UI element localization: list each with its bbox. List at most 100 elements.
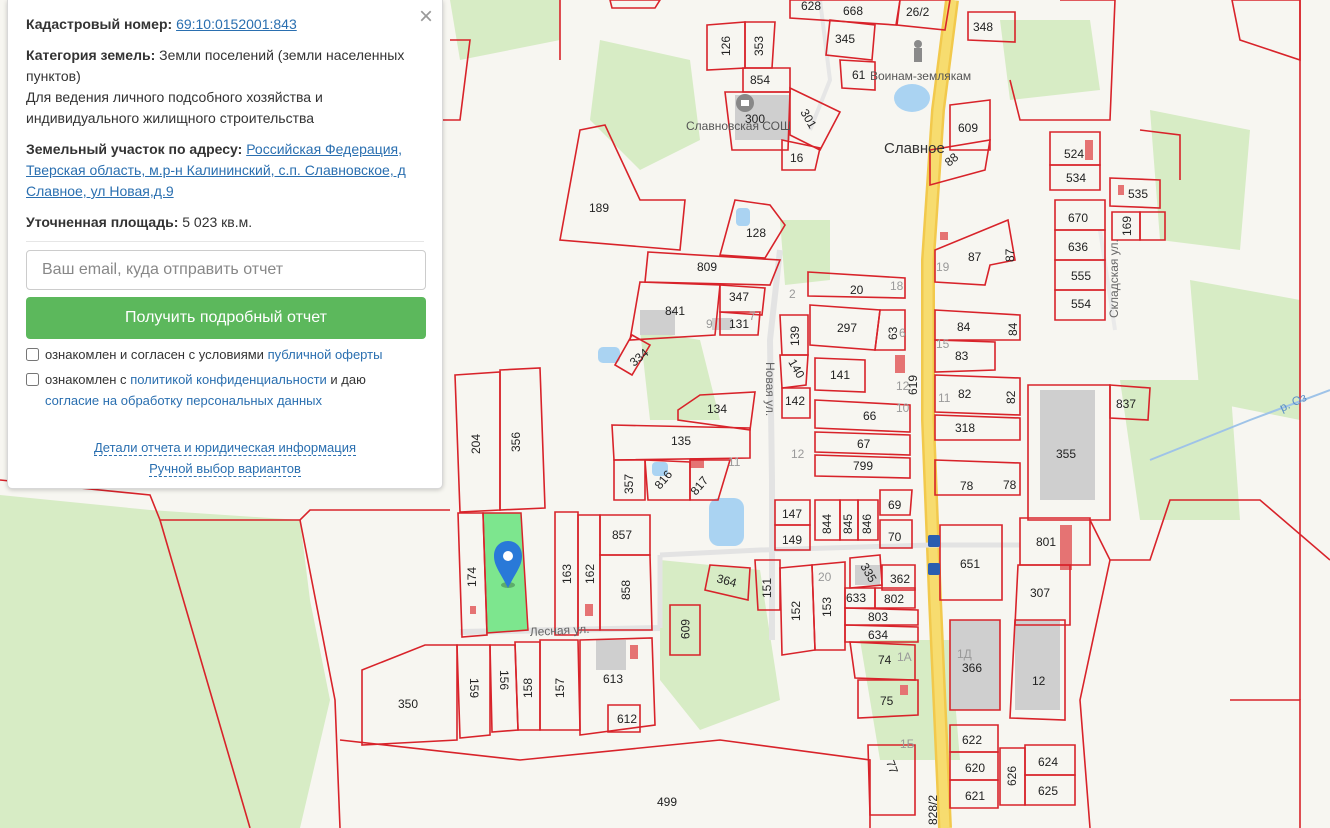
parcel-label: 809: [697, 260, 717, 274]
house-number: 15: [936, 337, 950, 351]
parcel-label: 803: [868, 610, 888, 624]
parcel-label: 670: [1068, 211, 1088, 225]
consent-privacy-text: ознакомлен с: [45, 372, 127, 387]
parcel-label: 61: [852, 68, 866, 82]
parcel-label: 524: [1064, 147, 1084, 161]
report-details-link[interactable]: Детали отчета и юридическая информация: [93, 440, 357, 456]
parcel-label: 156: [497, 670, 511, 690]
consent-offer: ознакомлен и согласен с условиями публич…: [26, 344, 424, 365]
parcel-label: 535: [1128, 187, 1148, 201]
parcel-label: 801: [1036, 535, 1056, 549]
address-label: Земельный участок по адресу:: [26, 141, 243, 157]
parcel-label: 75: [880, 694, 894, 708]
parcel-label: 84: [1006, 322, 1020, 336]
category-row: Категория земель: Земли поселений (земли…: [26, 45, 424, 129]
house-number: 2: [789, 287, 796, 301]
parcel-label: 355: [1056, 447, 1076, 461]
parcel-label: 142: [785, 394, 805, 408]
parcel-label: 837: [1116, 397, 1136, 411]
parcel-label: 141: [830, 368, 850, 382]
parcel-label: 345: [835, 32, 855, 46]
parcel-label: 158: [521, 678, 535, 698]
cadastral-label: Кадастровый номер:: [26, 16, 173, 32]
parcel-label: 128: [746, 226, 766, 240]
parcel-label: 846: [860, 514, 874, 534]
close-icon[interactable]: ×: [419, 4, 433, 30]
cadastral-number-link[interactable]: 69:10:0152001:843: [176, 16, 297, 32]
public-offer-link[interactable]: публичной оферты: [268, 347, 383, 362]
parcel-label: 87: [968, 250, 982, 264]
village-name: Славное: [884, 140, 945, 157]
parcel-label: 174: [465, 567, 479, 587]
house-number: 9: [706, 317, 713, 331]
parcel-label: 609: [958, 121, 978, 135]
consent-offer-checkbox[interactable]: [26, 348, 39, 361]
parcel-label: 69: [888, 498, 902, 512]
personal-data-consent-link[interactable]: согласие на обработку персональных данны…: [45, 393, 322, 408]
house-number: 10: [896, 401, 910, 415]
house-number: 12: [791, 447, 805, 461]
house-number: 11: [938, 391, 951, 405]
parcel-label: 613: [603, 672, 623, 686]
parcel-label: 26/2: [906, 5, 930, 19]
parcel-label: 297: [837, 321, 857, 335]
consent-privacy-checkbox[interactable]: [26, 373, 39, 386]
parcel-label: 82: [958, 387, 972, 401]
parcel-label: 63: [886, 326, 900, 340]
parcel-label: 152: [789, 601, 803, 621]
street-skladskaya: Складская ул.: [1107, 239, 1121, 318]
parcel-label: 66: [863, 409, 877, 423]
street-novaya: Новая ул.: [763, 362, 777, 416]
parcel-label: 140: [785, 357, 807, 382]
parcel-label: 356: [509, 432, 523, 452]
parcel-label: 626: [1005, 766, 1019, 786]
parcel-label: 169: [1120, 216, 1134, 236]
manual-selection-link[interactable]: Ручной выбор вариантов: [149, 461, 301, 477]
parcel-label: 348: [973, 20, 993, 34]
house-number: 20: [818, 570, 832, 584]
road-number: 828/2: [926, 795, 940, 825]
parcel-label: 555: [1071, 269, 1091, 283]
parcel-label: 204: [469, 434, 483, 454]
parcel-label: 628: [801, 0, 821, 13]
get-report-button[interactable]: Получить подробный отчет: [26, 297, 426, 339]
house-number: 1Б: [900, 737, 915, 751]
parcel-label: 612: [617, 712, 637, 726]
parcel-label: 12: [1032, 674, 1046, 688]
street-lesnaya: Лесная ул.: [529, 622, 589, 639]
parcel-label: 817: [688, 473, 712, 498]
parcel-label: 16: [790, 151, 804, 165]
parcel-label: 347: [729, 290, 749, 304]
parcel-label: 625: [1038, 784, 1058, 798]
parcel-label: 149: [782, 533, 802, 547]
parcel-label: 153: [820, 597, 834, 617]
road-number: 619: [906, 375, 920, 395]
area-row: Уточненная площадь: 5 023 кв.м.: [26, 212, 424, 233]
parcel-label: 858: [619, 580, 633, 600]
parcel-info-panel: × Кадастровый номер: 69:10:0152001:843 К…: [7, 0, 443, 489]
parcel-label: 609: [678, 619, 692, 639]
parcel-label: 162: [583, 564, 597, 584]
monument-label: Воинам-землякам: [870, 69, 971, 83]
school-icon: [736, 94, 754, 112]
usage-value: Для ведения личного подсобного хозяйства…: [26, 89, 323, 126]
house-number: 1Д: [957, 647, 972, 661]
area-label: Уточненная площадь:: [26, 214, 179, 230]
address-row: Земельный участок по адресу: Российская …: [26, 139, 424, 202]
consent-offer-text: ознакомлен и согласен с условиями: [45, 347, 264, 362]
parcel-label: 131: [729, 317, 749, 331]
parcel-label: 799: [853, 459, 873, 473]
parcel-label: 350: [398, 697, 418, 711]
email-input[interactable]: [26, 250, 426, 290]
parcel-label: 20: [850, 283, 864, 297]
parcel-label: 844: [820, 514, 834, 534]
parcel-label: 163: [560, 564, 574, 584]
parcel-label: 83: [955, 349, 969, 363]
parcel-label: 366: [962, 661, 982, 675]
consent-privacy: ознакомлен с политикой конфиденциальност…: [26, 369, 424, 411]
parcel-label: 802: [884, 592, 904, 606]
privacy-policy-link[interactable]: политикой конфиденциальности: [130, 372, 327, 387]
category-label: Категория земель:: [26, 47, 156, 63]
parcel-label: 633: [846, 591, 866, 605]
consent-privacy-text-b: и даю: [330, 372, 366, 387]
